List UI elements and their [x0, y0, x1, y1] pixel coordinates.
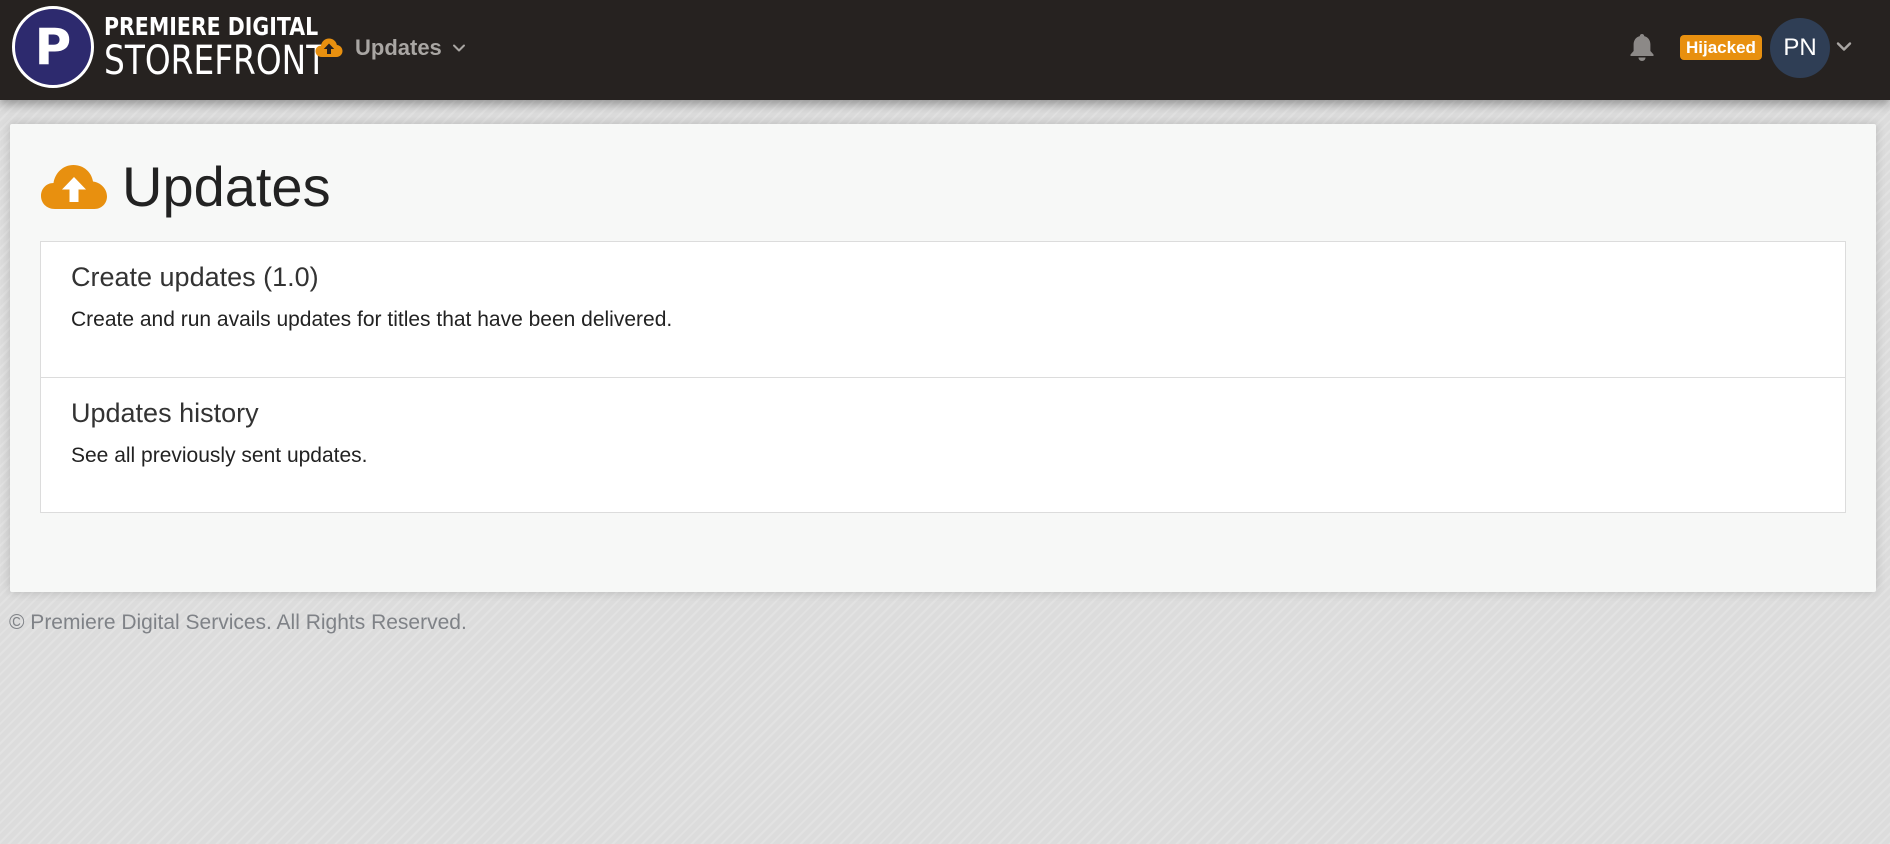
nav-menu-label: Updates	[355, 35, 442, 60]
list-item-create-updates[interactable]: Create updates (1.0) Create and run avai…	[41, 242, 1845, 377]
logo-mark: P	[12, 6, 94, 88]
nav-updates-menu[interactable]: Updates	[315, 30, 466, 66]
user-avatar[interactable]: PN	[1770, 18, 1830, 78]
avatar-initials: PN	[1783, 34, 1817, 61]
list-item-title: Updates history	[71, 398, 259, 428]
page-title: Updates	[122, 155, 331, 218]
cloud-upload-icon	[41, 164, 107, 209]
footer-copyright: © Premiere Digital Services. All Rights …	[9, 611, 467, 634]
list-item-updates-history[interactable]: Updates history See all previously sent …	[41, 377, 1845, 512]
bell-icon[interactable]	[1628, 32, 1656, 62]
list-item-title: Create updates (1.0)	[71, 262, 319, 292]
list-item-description: See all previously sent updates.	[71, 444, 368, 467]
list-item-description: Create and run avails updates for titles…	[71, 308, 673, 331]
hijacked-badge: Hijacked	[1680, 35, 1762, 60]
logo-letter: P	[34, 18, 72, 76]
logo-line2: STOREFRONT	[104, 38, 327, 84]
top-navbar: P PREMIERE DIGITAL STOREFRONT Updates Hi…	[0, 0, 1890, 100]
main-panel: Updates Create updates (1.0) Create and …	[10, 124, 1876, 592]
page-header: Updates	[40, 154, 331, 219]
chevron-down-icon[interactable]	[1836, 41, 1852, 52]
chevron-down-icon	[452, 44, 465, 52]
cloud-upload-icon	[315, 38, 343, 57]
logo-wordmark: PREMIERE DIGITAL STOREFRONT	[104, 12, 327, 84]
logo-line1: PREMIERE DIGITAL	[104, 12, 319, 41]
updates-list: Create updates (1.0) Create and run avai…	[40, 241, 1846, 513]
